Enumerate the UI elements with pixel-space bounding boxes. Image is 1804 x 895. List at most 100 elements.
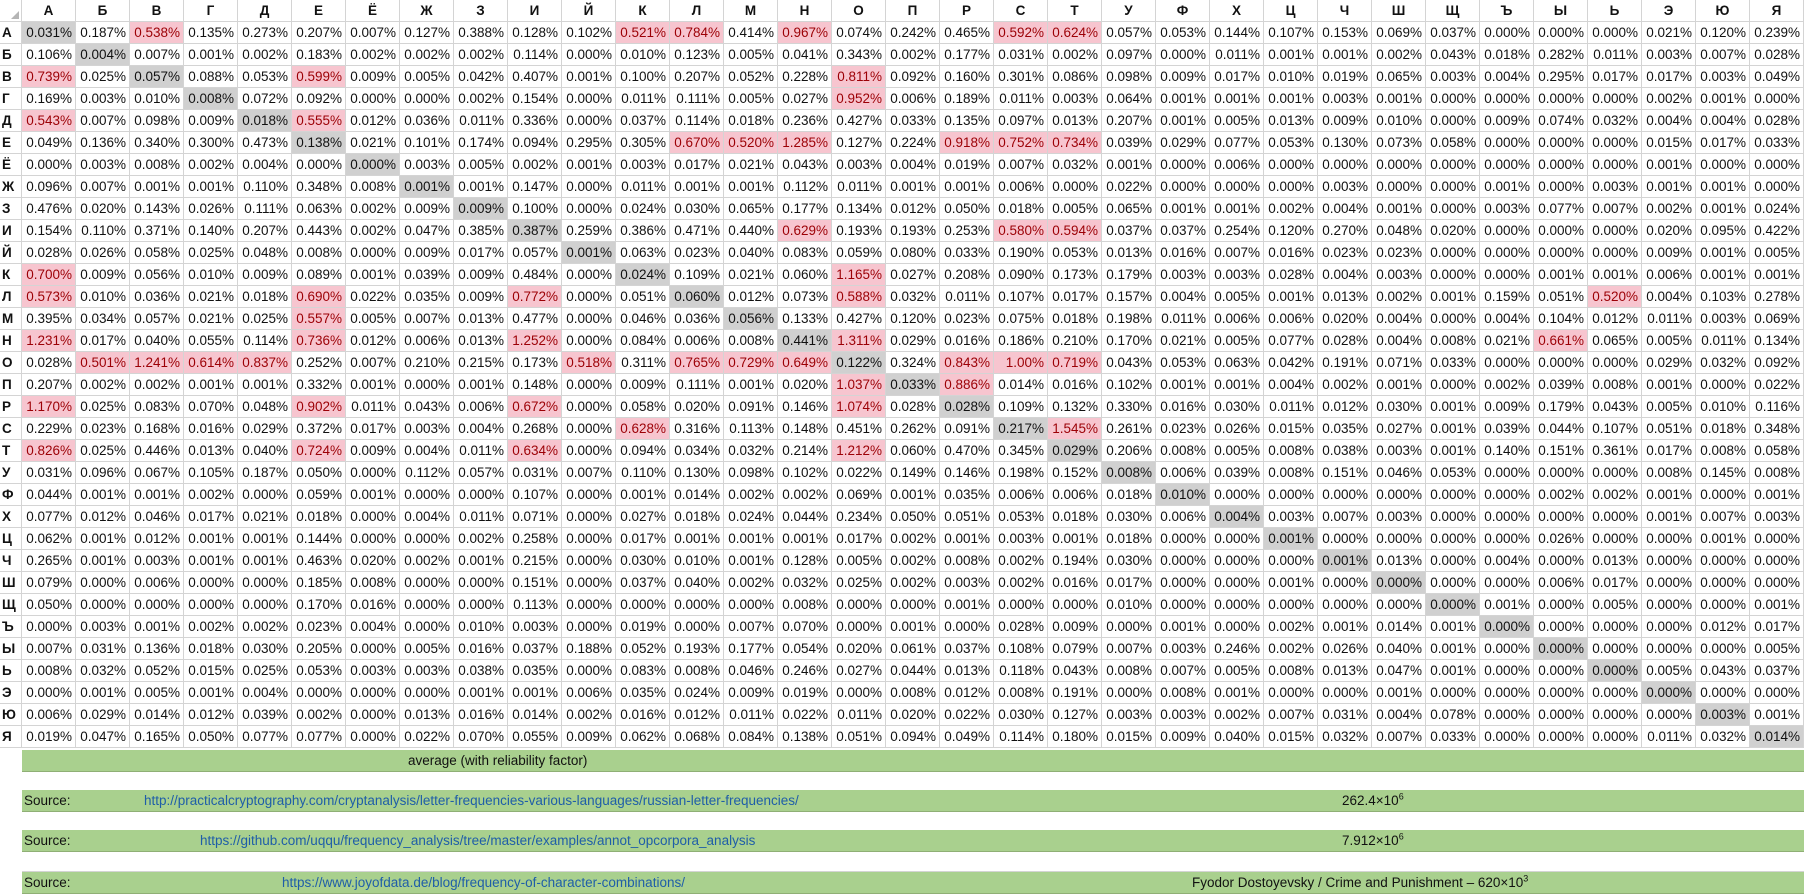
table-cell[interactable]: 0.017% — [1588, 572, 1642, 594]
table-cell[interactable]: 0.027% — [1372, 418, 1426, 440]
table-cell[interactable]: 0.001% — [238, 550, 292, 572]
table-cell[interactable]: 0.123% — [670, 44, 724, 66]
table-cell[interactable]: 0.091% — [724, 396, 778, 418]
table-cell[interactable]: 0.118% — [994, 660, 1048, 682]
table-cell[interactable]: 0.033% — [940, 242, 994, 264]
table-cell[interactable]: 0.012% — [670, 704, 724, 726]
table-cell[interactable]: 0.062% — [22, 528, 76, 550]
table-cell[interactable]: 0.000% — [1156, 572, 1210, 594]
table-cell[interactable]: 0.207% — [1102, 110, 1156, 132]
table-cell[interactable]: 0.007% — [1264, 704, 1318, 726]
table-cell[interactable]: 0.006% — [1156, 506, 1210, 528]
table-cell[interactable]: 0.025% — [76, 440, 130, 462]
table-cell[interactable]: 0.001% — [238, 374, 292, 396]
table-cell[interactable]: 0.073% — [1372, 132, 1426, 154]
table-cell[interactable]: 0.065% — [1588, 330, 1642, 352]
table-cell[interactable]: 0.017% — [1750, 616, 1804, 638]
row-header[interactable]: Е — [0, 132, 22, 154]
table-cell[interactable]: 0.001% — [886, 484, 940, 506]
column-header[interactable]: М — [724, 0, 778, 22]
table-cell[interactable]: 0.063% — [616, 242, 670, 264]
table-cell[interactable]: 0.153% — [1318, 22, 1372, 44]
table-cell[interactable]: 0.001% — [1318, 616, 1372, 638]
table-cell[interactable]: 0.000% — [1156, 594, 1210, 616]
table-cell[interactable]: 0.144% — [1210, 22, 1264, 44]
table-cell[interactable]: 0.028% — [22, 352, 76, 374]
table-cell[interactable]: 0.001% — [1696, 242, 1750, 264]
table-cell[interactable]: 0.105% — [184, 462, 238, 484]
table-cell[interactable]: 0.967% — [778, 22, 832, 44]
table-cell[interactable]: 0.001% — [1642, 176, 1696, 198]
table-cell[interactable]: 0.040% — [670, 572, 724, 594]
table-cell[interactable]: 0.042% — [1264, 352, 1318, 374]
table-cell[interactable]: 0.009% — [346, 440, 400, 462]
table-cell[interactable]: 0.018% — [238, 110, 292, 132]
table-cell[interactable]: 0.001% — [1264, 528, 1318, 550]
table-cell[interactable]: 0.020% — [886, 704, 940, 726]
table-cell[interactable]: 0.217% — [994, 418, 1048, 440]
table-cell[interactable]: 0.518% — [562, 352, 616, 374]
table-cell[interactable]: 0.443% — [292, 220, 346, 242]
table-cell[interactable]: 0.120% — [886, 308, 940, 330]
table-cell[interactable]: 0.106% — [22, 44, 76, 66]
table-cell[interactable]: 0.229% — [22, 418, 76, 440]
table-cell[interactable]: 0.017% — [1642, 66, 1696, 88]
table-cell[interactable]: 0.003% — [1372, 440, 1426, 462]
table-cell[interactable]: 0.005% — [1588, 594, 1642, 616]
table-cell[interactable]: 0.008% — [130, 154, 184, 176]
table-cell[interactable]: 0.023% — [1372, 242, 1426, 264]
table-cell[interactable]: 0.002% — [184, 616, 238, 638]
table-cell[interactable]: 0.017% — [1588, 66, 1642, 88]
table-cell[interactable]: 0.021% — [724, 154, 778, 176]
table-cell[interactable]: 0.110% — [616, 462, 670, 484]
table-cell[interactable]: 0.017% — [832, 528, 886, 550]
table-cell[interactable]: 0.001% — [76, 484, 130, 506]
table-cell[interactable]: 0.002% — [886, 44, 940, 66]
table-cell[interactable]: 0.000% — [454, 594, 508, 616]
table-cell[interactable]: 0.001% — [1372, 374, 1426, 396]
table-cell[interactable]: 0.001% — [238, 528, 292, 550]
table-cell[interactable]: 0.001% — [562, 242, 616, 264]
table-cell[interactable]: 0.000% — [454, 572, 508, 594]
column-header[interactable]: Н — [778, 0, 832, 22]
table-cell[interactable]: 0.000% — [562, 572, 616, 594]
table-cell[interactable]: 0.011% — [940, 286, 994, 308]
table-cell[interactable]: 0.000% — [184, 572, 238, 594]
table-cell[interactable]: 0.008% — [886, 682, 940, 704]
table-cell[interactable]: 0.011% — [1156, 308, 1210, 330]
table-cell[interactable]: 0.000% — [1588, 352, 1642, 374]
table-cell[interactable]: 0.006% — [886, 88, 940, 110]
table-cell[interactable]: 0.015% — [1642, 132, 1696, 154]
table-cell[interactable]: 0.011% — [1588, 44, 1642, 66]
table-cell[interactable]: 0.023% — [670, 242, 724, 264]
table-cell[interactable]: 0.003% — [1426, 66, 1480, 88]
table-cell[interactable]: 0.305% — [616, 132, 670, 154]
table-cell[interactable]: 0.000% — [400, 616, 454, 638]
table-cell[interactable]: 0.004% — [886, 154, 940, 176]
table-cell[interactable]: 0.000% — [1210, 616, 1264, 638]
table-cell[interactable]: 1.170% — [22, 396, 76, 418]
table-cell[interactable]: 0.032% — [76, 660, 130, 682]
table-cell[interactable]: 0.007% — [1102, 638, 1156, 660]
table-cell[interactable]: 0.555% — [292, 110, 346, 132]
row-header[interactable]: Р — [0, 396, 22, 418]
table-cell[interactable]: 0.003% — [1102, 704, 1156, 726]
empty-row-1[interactable] — [22, 772, 1804, 792]
table-cell[interactable]: 0.028% — [1750, 44, 1804, 66]
table-cell[interactable]: 1.165% — [832, 264, 886, 286]
table-cell[interactable]: 0.000% — [562, 616, 616, 638]
table-cell[interactable]: 0.046% — [724, 660, 778, 682]
table-cell[interactable]: 0.002% — [508, 154, 562, 176]
table-cell[interactable]: 0.022% — [1102, 176, 1156, 198]
table-cell[interactable]: 0.003% — [1696, 66, 1750, 88]
table-cell[interactable]: 0.043% — [1588, 396, 1642, 418]
column-header[interactable]: Ш — [1372, 0, 1426, 22]
table-cell[interactable]: 0.043% — [1048, 660, 1102, 682]
table-cell[interactable]: 0.169% — [22, 88, 76, 110]
table-cell[interactable]: 0.000% — [1696, 594, 1750, 616]
column-header[interactable]: Ё — [346, 0, 400, 22]
table-cell[interactable]: 0.031% — [76, 638, 130, 660]
table-cell[interactable]: 0.017% — [616, 528, 670, 550]
table-cell[interactable]: 0.000% — [1210, 528, 1264, 550]
table-cell[interactable]: 0.039% — [1102, 132, 1156, 154]
